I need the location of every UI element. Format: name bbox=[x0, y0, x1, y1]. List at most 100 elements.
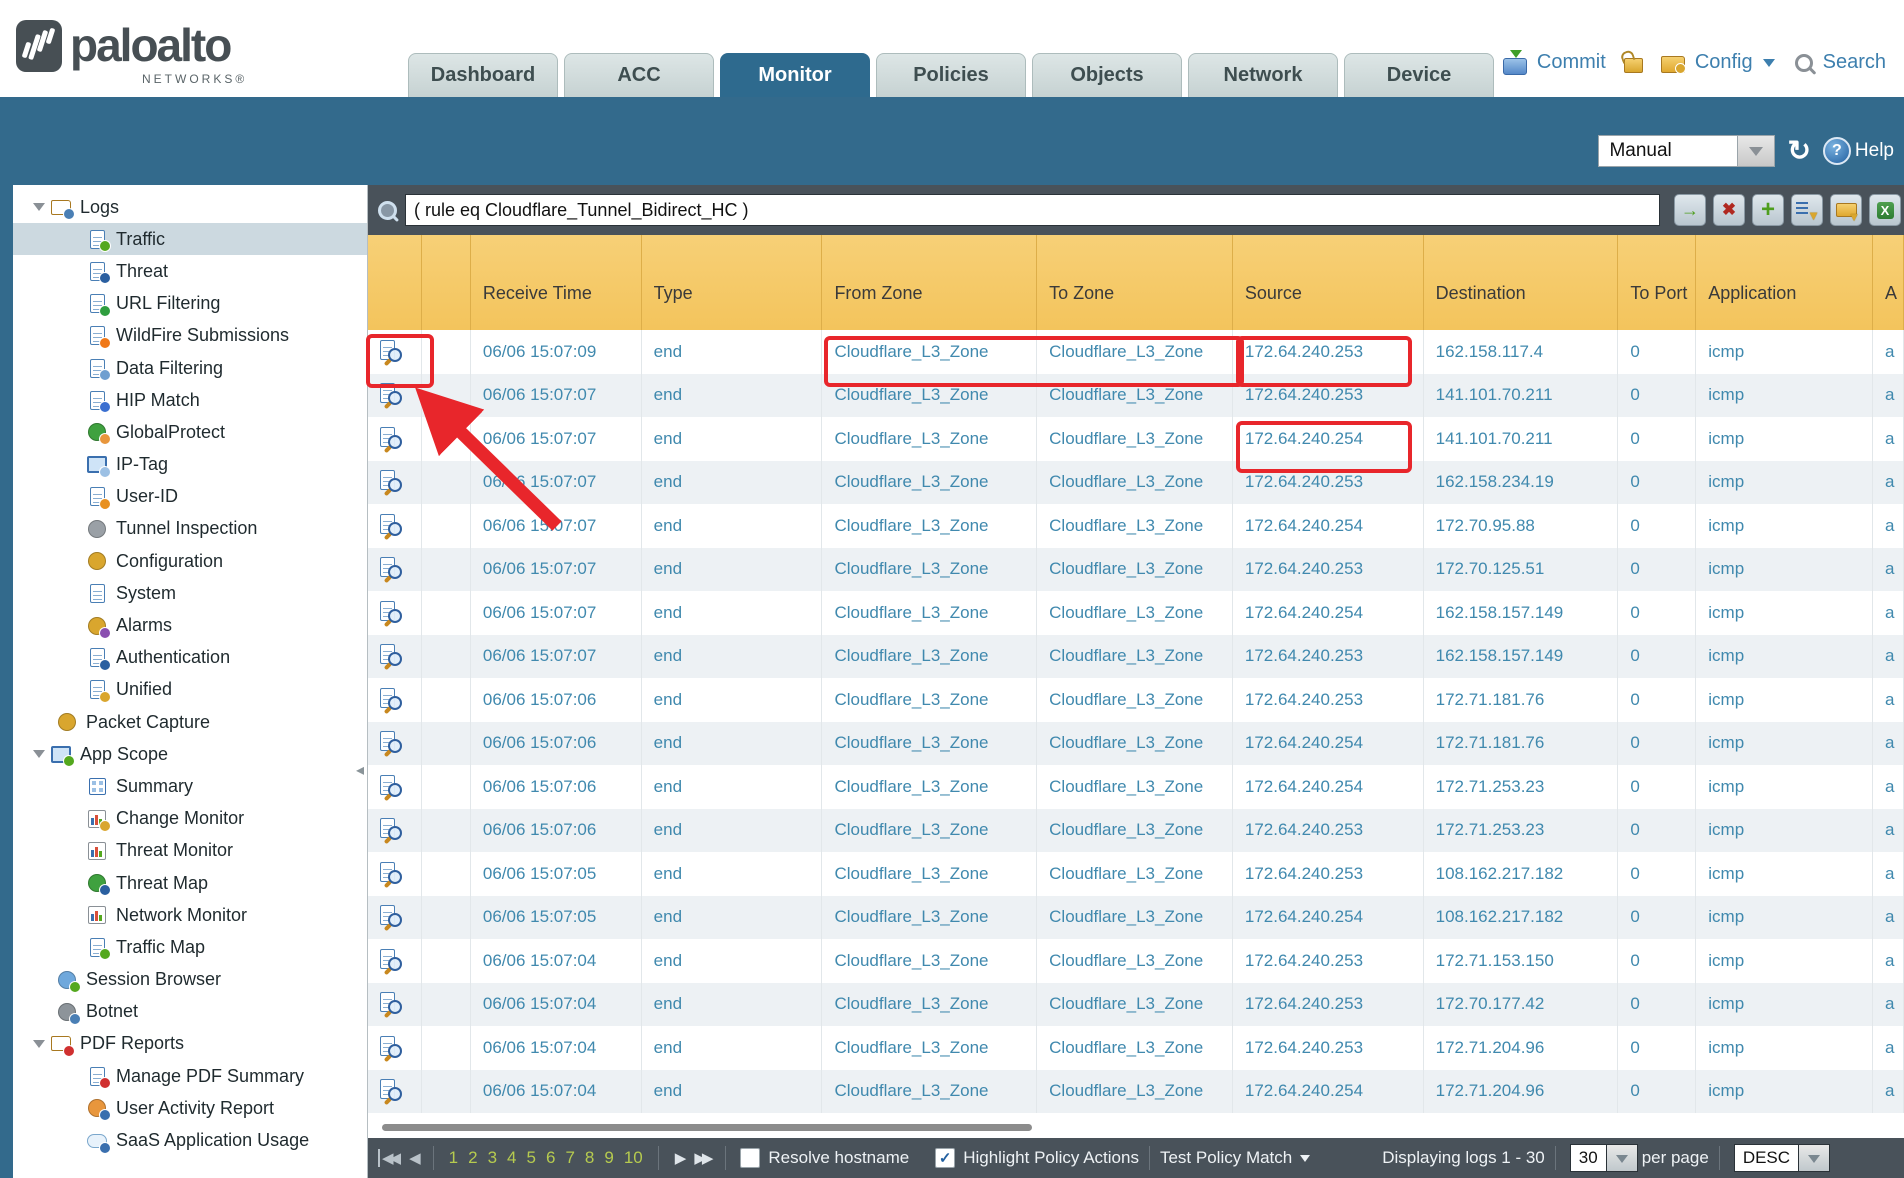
sidebar-item-data-filtering[interactable]: Data Filtering bbox=[13, 352, 367, 384]
cell-destination[interactable]: 172.71.153.150 bbox=[1424, 939, 1619, 983]
page-number-1[interactable]: 1 bbox=[449, 1148, 458, 1168]
expand-triangle-icon[interactable] bbox=[33, 1040, 45, 1054]
cell-a[interactable]: a bbox=[1873, 1026, 1904, 1070]
per-page-caret-icon[interactable] bbox=[1607, 1144, 1638, 1172]
cell-a[interactable]: a bbox=[1873, 722, 1904, 766]
cell-source[interactable]: 172.64.240.254 bbox=[1233, 1070, 1424, 1114]
cell-receive-time[interactable]: 06/06 15:07:09 bbox=[471, 330, 642, 374]
cell-a[interactable]: a bbox=[1873, 330, 1904, 374]
filter-query-input[interactable] bbox=[405, 194, 1660, 226]
cell-destination[interactable]: 162.158.157.149 bbox=[1424, 635, 1619, 679]
sidebar-item-tunnel-inspection[interactable]: Tunnel Inspection bbox=[13, 513, 367, 545]
page-number-10[interactable]: 10 bbox=[624, 1148, 643, 1168]
cell-receive-time[interactable]: 06/06 15:07:05 bbox=[471, 896, 642, 940]
page-number-8[interactable]: 8 bbox=[585, 1148, 594, 1168]
cell-receive-time[interactable]: 06/06 15:07:04 bbox=[471, 1026, 642, 1070]
load-filter-icon[interactable] bbox=[1830, 194, 1862, 226]
cell-a[interactable]: a bbox=[1873, 939, 1904, 983]
cell-to-port[interactable]: 0 bbox=[1618, 1070, 1696, 1114]
cell-from-zone[interactable]: Cloudflare_L3_Zone bbox=[822, 461, 1037, 505]
cell-a[interactable]: a bbox=[1873, 548, 1904, 592]
sidebar-item-threat[interactable]: Threat bbox=[13, 255, 367, 287]
cell-type[interactable]: end bbox=[642, 1026, 823, 1070]
last-page-icon[interactable]: ▶▶ bbox=[694, 1149, 709, 1167]
log-detail-icon[interactable] bbox=[380, 862, 402, 886]
cell-application[interactable]: icmp bbox=[1696, 591, 1873, 635]
refresh-mode-caret-icon[interactable] bbox=[1738, 135, 1775, 167]
sidebar-item-logs[interactable]: Logs bbox=[13, 191, 367, 223]
tab-dashboard[interactable]: Dashboard bbox=[408, 53, 558, 97]
sidebar-item-wildfire-submissions[interactable]: WildFire Submissions bbox=[13, 320, 367, 352]
cell-source[interactable]: 172.64.240.254 bbox=[1233, 765, 1424, 809]
cell-a[interactable]: a bbox=[1873, 983, 1904, 1027]
log-detail-icon[interactable] bbox=[380, 905, 402, 929]
cell-type[interactable]: end bbox=[642, 330, 823, 374]
cell-receive-time[interactable]: 06/06 15:07:04 bbox=[471, 983, 642, 1027]
tab-policies[interactable]: Policies bbox=[876, 53, 1026, 97]
cell-receive-time[interactable]: 06/06 15:07:07 bbox=[471, 591, 642, 635]
cell-destination[interactable]: 141.101.70.211 bbox=[1424, 417, 1619, 461]
col-header-source[interactable]: Source bbox=[1233, 235, 1424, 330]
cell-source[interactable]: 172.64.240.254 bbox=[1233, 722, 1424, 766]
cell-to-port[interactable]: 0 bbox=[1618, 678, 1696, 722]
cell-source[interactable]: 172.64.240.254 bbox=[1233, 417, 1424, 461]
horizontal-scrollbar[interactable] bbox=[368, 1113, 1904, 1141]
cell-destination[interactable]: 172.70.177.42 bbox=[1424, 983, 1619, 1027]
cell-application[interactable]: icmp bbox=[1696, 983, 1873, 1027]
cell-type[interactable]: end bbox=[642, 852, 823, 896]
cell-a[interactable]: a bbox=[1873, 374, 1904, 418]
cell-from-zone[interactable]: Cloudflare_L3_Zone bbox=[822, 1070, 1037, 1114]
cell-to-zone[interactable]: Cloudflare_L3_Zone bbox=[1037, 678, 1233, 722]
cell-application[interactable]: icmp bbox=[1696, 852, 1873, 896]
resolve-hostname-checkbox[interactable] bbox=[740, 1148, 760, 1168]
help-button[interactable]: ? Help bbox=[1823, 137, 1894, 165]
cell-to-zone[interactable]: Cloudflare_L3_Zone bbox=[1037, 809, 1233, 853]
tab-network[interactable]: Network bbox=[1188, 53, 1338, 97]
cell-type[interactable]: end bbox=[642, 461, 823, 505]
cell-a[interactable]: a bbox=[1873, 417, 1904, 461]
log-detail-icon[interactable] bbox=[380, 1036, 402, 1060]
page-number-9[interactable]: 9 bbox=[604, 1148, 613, 1168]
cell-a[interactable]: a bbox=[1873, 461, 1904, 505]
cell-application[interactable]: icmp bbox=[1696, 722, 1873, 766]
cell-application[interactable]: icmp bbox=[1696, 939, 1873, 983]
add-filter-icon[interactable] bbox=[1752, 194, 1784, 226]
cell-receive-time[interactable]: 06/06 15:07:05 bbox=[471, 852, 642, 896]
cell-destination[interactable]: 172.71.181.76 bbox=[1424, 678, 1619, 722]
cell-receive-time[interactable]: 06/06 15:07:06 bbox=[471, 809, 642, 853]
sidebar-item-app-scope[interactable]: App Scope bbox=[13, 738, 367, 770]
cell-to-port[interactable]: 0 bbox=[1618, 983, 1696, 1027]
cell-type[interactable]: end bbox=[642, 635, 823, 679]
filter-builder-icon[interactable] bbox=[1791, 194, 1823, 226]
sidebar-item-system[interactable]: System bbox=[13, 577, 367, 609]
cell-to-port[interactable]: 0 bbox=[1618, 722, 1696, 766]
cell-type[interactable]: end bbox=[642, 374, 823, 418]
cell-to-zone[interactable]: Cloudflare_L3_Zone bbox=[1037, 1026, 1233, 1070]
cell-destination[interactable]: 172.70.125.51 bbox=[1424, 548, 1619, 592]
cell-to-port[interactable]: 0 bbox=[1618, 591, 1696, 635]
cell-source[interactable]: 172.64.240.253 bbox=[1233, 983, 1424, 1027]
cell-from-zone[interactable]: Cloudflare_L3_Zone bbox=[822, 504, 1037, 548]
cell-receive-time[interactable]: 06/06 15:07:07 bbox=[471, 374, 642, 418]
cell-type[interactable]: end bbox=[642, 504, 823, 548]
sidebar-item-packet-capture[interactable]: Packet Capture bbox=[13, 706, 367, 738]
cell-source[interactable]: 172.64.240.254 bbox=[1233, 896, 1424, 940]
config-button[interactable]: Config bbox=[1695, 51, 1753, 74]
sidebar-item-traffic-map[interactable]: Traffic Map bbox=[13, 931, 367, 963]
cell-to-port[interactable]: 0 bbox=[1618, 504, 1696, 548]
tab-monitor[interactable]: Monitor bbox=[720, 53, 870, 97]
sidebar-item-threat-map[interactable]: Threat Map bbox=[13, 867, 367, 899]
cell-from-zone[interactable]: Cloudflare_L3_Zone bbox=[822, 417, 1037, 461]
cell-to-zone[interactable]: Cloudflare_L3_Zone bbox=[1037, 896, 1233, 940]
page-number-3[interactable]: 3 bbox=[488, 1148, 497, 1168]
cell-receive-time[interactable]: 06/06 15:07:04 bbox=[471, 1070, 642, 1114]
log-detail-icon[interactable] bbox=[380, 992, 402, 1016]
cell-to-zone[interactable]: Cloudflare_L3_Zone bbox=[1037, 330, 1233, 374]
cell-receive-time[interactable]: 06/06 15:07:07 bbox=[471, 548, 642, 592]
cell-to-port[interactable]: 0 bbox=[1618, 896, 1696, 940]
cell-from-zone[interactable]: Cloudflare_L3_Zone bbox=[822, 809, 1037, 853]
log-detail-icon[interactable] bbox=[380, 514, 402, 538]
cell-to-zone[interactable]: Cloudflare_L3_Zone bbox=[1037, 635, 1233, 679]
cell-from-zone[interactable]: Cloudflare_L3_Zone bbox=[822, 374, 1037, 418]
sort-order-select[interactable]: DESC bbox=[1734, 1144, 1830, 1172]
